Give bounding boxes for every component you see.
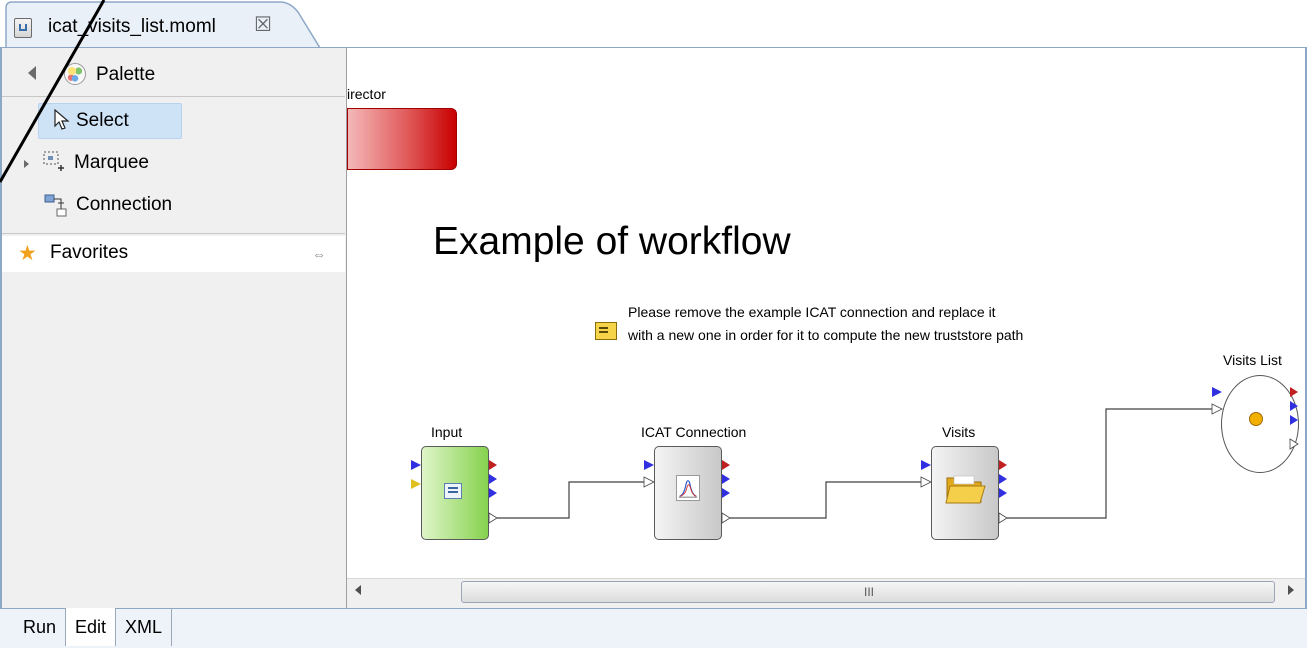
overlay-pen-stroke <box>0 0 106 183</box>
